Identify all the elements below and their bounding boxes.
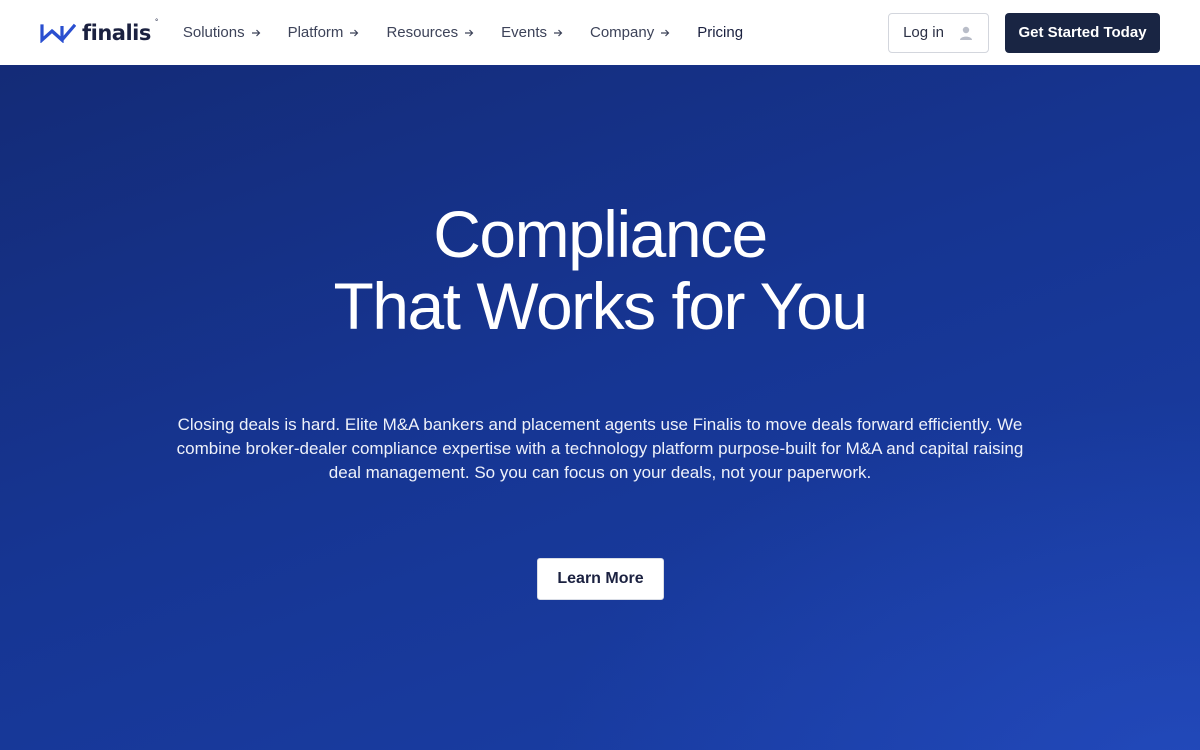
hero-title-line-2: That Works for You xyxy=(333,269,868,343)
hero-title: Compliance That Works for You xyxy=(0,198,1200,342)
nav-item-events[interactable]: Events xyxy=(501,24,563,41)
get-started-button[interactable]: Get Started Today xyxy=(1005,12,1160,53)
logo-wordmark: finalis ° xyxy=(82,17,158,45)
nav-item-solutions[interactable]: Solutions xyxy=(183,24,261,41)
header-actions: Log in Get Started Today xyxy=(888,12,1160,53)
nav-item-label: Solutions xyxy=(182,24,245,41)
login-label: Log in xyxy=(903,24,944,41)
nav-item-label: Company xyxy=(590,24,655,41)
nav-item-label: Pricing xyxy=(697,24,744,41)
nav-item-label: Events xyxy=(501,24,547,41)
nav-item-resources[interactable]: Resources xyxy=(386,24,474,41)
user-icon xyxy=(959,26,972,40)
nav-item-company[interactable]: Company xyxy=(590,24,670,41)
finalis-logo[interactable]: finalis ° xyxy=(40,17,158,45)
hero-description: Closing deals is hard. Elite M&A bankers… xyxy=(176,415,1024,482)
main-nav: Solutions Platform Resources Events Comp… xyxy=(183,24,770,41)
nav-item-platform[interactable]: Platform xyxy=(288,24,360,41)
nav-item-label: Resources xyxy=(386,24,459,41)
finalis-logo-icon xyxy=(40,23,76,43)
learn-more-button[interactable]: Learn More xyxy=(537,558,664,600)
nav-item-pricing[interactable]: Pricing xyxy=(697,24,743,41)
arrow-right-icon xyxy=(251,29,260,36)
hero-section: Compliance That Works for You Closing de… xyxy=(0,65,1200,750)
logo-registered-mark: ° xyxy=(154,17,159,26)
nav-item-label: Platform xyxy=(287,24,344,41)
hero-title-line-1: Compliance xyxy=(433,197,768,271)
site-header: finalis ° Solutions Platform Resources Ev… xyxy=(0,0,1200,65)
login-button[interactable]: Log in xyxy=(888,12,989,53)
arrow-right-icon xyxy=(554,29,563,36)
arrow-right-icon xyxy=(661,29,670,36)
arrow-right-icon xyxy=(465,29,474,36)
arrow-right-icon xyxy=(350,29,359,36)
